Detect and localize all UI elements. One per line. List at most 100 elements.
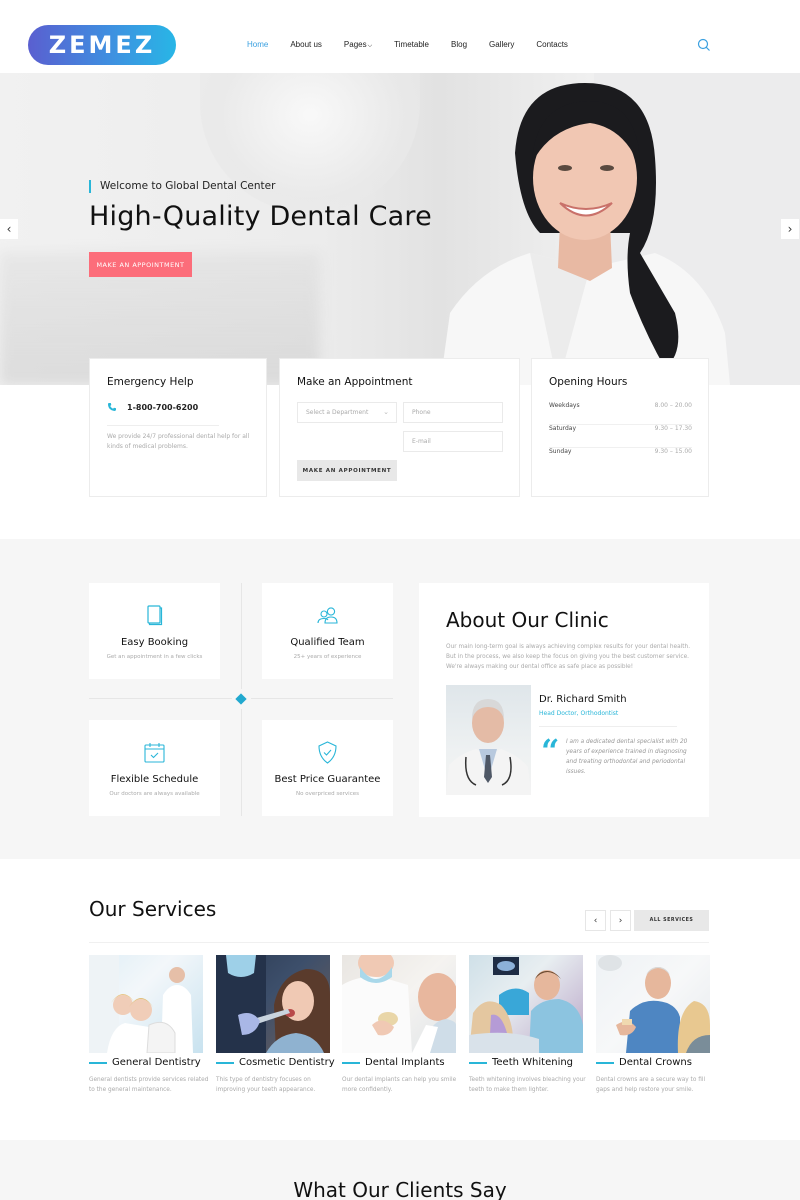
service-photo (596, 955, 710, 1053)
feature-title: Easy Booking (120, 637, 189, 648)
service-illustration (598, 955, 710, 1053)
all-services-button[interactable]: ALL SERVICES (634, 910, 709, 931)
chevron-left-icon: ‹ (593, 915, 598, 926)
hours-time: 9.30 – 15.00 (654, 448, 692, 455)
make-appointment-button[interactable]: MAKE AN APPOINTMENT (297, 460, 397, 481)
dentist-photo (440, 83, 730, 385)
service-photo (216, 955, 330, 1053)
accent-dash (469, 1061, 487, 1064)
doctor-illustration (446, 699, 531, 795)
emergency-text: We provide 24/7 professional dental help… (107, 433, 250, 450)
feature-title: Best Price Guarantee (274, 774, 381, 785)
phone-number: 1-800-700-6200 (127, 402, 199, 412)
department-select[interactable]: Select a Department ⌄ (297, 402, 397, 423)
services-prev-button[interactable]: ‹ (585, 910, 606, 931)
service-photo (342, 955, 456, 1053)
accent-dash (89, 1061, 107, 1064)
nav-gallery[interactable]: Gallery (489, 40, 514, 50)
chevron-right-icon: › (618, 915, 623, 926)
services-next-button[interactable]: › (610, 910, 631, 931)
phone-input[interactable]: Phone (403, 402, 503, 423)
service-text: Teeth whitening involves bleaching your … (469, 1077, 586, 1093)
phone-placeholder: Phone (412, 409, 431, 416)
service-text: Our dental implants can help you smile m… (342, 1077, 457, 1093)
hours-time: 9.30 – 17.30 (654, 425, 692, 432)
hero-title: High-Quality Dental Care (89, 201, 432, 232)
divider (251, 698, 393, 699)
hours-day: Sunday (549, 448, 572, 455)
service-illustration (216, 955, 330, 1053)
service-card[interactable]: Dental Implants Our dental implants can … (342, 955, 456, 1093)
email-input[interactable]: E-mail (403, 431, 503, 452)
nav-timetable[interactable]: Timetable (394, 40, 429, 50)
hours-row: Sunday 9.30 – 15.00 (549, 448, 692, 471)
hero-kicker: Welcome to Global Dental Center (89, 180, 275, 193)
nav-pages-label: Pages (343, 40, 367, 49)
feature-text: Get an appointment in a few clicks (106, 654, 203, 660)
hero-next-arrow[interactable]: › (781, 219, 799, 239)
service-illustration (342, 955, 456, 1053)
nav-blog[interactable]: Blog (451, 40, 467, 50)
chevron-right-icon: › (787, 222, 793, 236)
nav-home[interactable]: Home (247, 40, 268, 50)
logo[interactable]: ZEMEZ (28, 25, 176, 65)
feature-flexible-schedule: Flexible Schedule Our doctors are always… (89, 720, 220, 816)
services-title: Our Services (89, 897, 217, 921)
service-card[interactable]: Dental Crowns Dental crowns are a secure… (596, 955, 710, 1093)
hours-day: Saturday (549, 425, 577, 432)
doctor-name: Dr. Richard Smith (539, 694, 627, 705)
hours-title: Opening Hours (549, 376, 628, 388)
nav-about-us[interactable]: About us (290, 40, 322, 50)
hero-appointment-button[interactable]: MAKE AN APPOINTMENT (89, 252, 192, 277)
service-title-text: Teeth Whitening (492, 1057, 574, 1068)
nav-pages[interactable]: Pages⌵ (344, 40, 372, 50)
service-title-text: General Dentistry (112, 1057, 201, 1068)
doctor-role: Head Doctor, Orthodontist (539, 710, 619, 717)
hours-day: Weekdays (549, 402, 580, 409)
accent-dash (216, 1061, 234, 1064)
chevron-down-icon: ⌵ (367, 43, 373, 49)
service-card[interactable]: General Dentistry General dentists provi… (89, 955, 208, 1093)
nav-contacts[interactable]: Contacts (536, 40, 568, 50)
feature-title: Qualified Team (290, 637, 365, 648)
about-title: About Our Clinic (446, 608, 609, 632)
feature-title: Flexible Schedule (110, 774, 199, 785)
service-title-text: Cosmetic Dentistry (239, 1057, 335, 1068)
about-text: Our main long-term goal is always achiev… (446, 644, 691, 670)
hours-row: Saturday 9.30 – 17.30 (549, 425, 692, 448)
site-header: ZEMEZ Home About us Pages⌵ Timetable Blo… (0, 0, 800, 73)
service-text: Dental crowns are a secure way to fill g… (596, 1077, 706, 1093)
service-text: This type of dentistry focuses on improv… (216, 1077, 316, 1093)
service-title: Dental Crowns (596, 1057, 692, 1068)
main-nav: Home About us Pages⌵ Timetable Blog Gall… (247, 40, 590, 50)
service-card[interactable]: Cosmetic Dentistry This type of dentistr… (216, 955, 335, 1093)
about-clinic-card: About Our Clinic Our main long-term goal… (419, 583, 709, 817)
hours-time: 8.00 – 20.00 (654, 402, 692, 409)
doctor-quote: I am a dedicated dental specialist with … (566, 739, 688, 775)
accent-dash (342, 1061, 360, 1064)
feature-text: Our doctors are always available (109, 791, 200, 797)
service-title: Teeth Whitening (469, 1057, 573, 1068)
calendar-check-icon (144, 743, 165, 763)
hero-banner: ‹ › Welcome to Global Dental Center High… (0, 73, 800, 385)
opening-hours-card: Opening Hours Weekdays 8.00 – 20.00 Satu… (531, 358, 709, 497)
service-card[interactable]: Teeth Whitening Teeth whitening involves… (469, 955, 586, 1093)
team-icon (317, 607, 338, 624)
service-text: General dentists provide services relate… (89, 1077, 209, 1093)
email-placeholder: E-mail (412, 438, 431, 445)
testimonials-section: What Our Clients Say (0, 1140, 800, 1200)
feature-qualified-team: Qualified Team 25+ years of experience (262, 583, 393, 679)
service-photo (89, 955, 203, 1053)
book-icon (147, 605, 163, 626)
doctor-photo (446, 685, 531, 795)
divider (107, 425, 219, 426)
divider (89, 698, 232, 699)
diamond-ornament (235, 693, 247, 705)
search-icon[interactable] (697, 38, 711, 52)
accent-dash (596, 1061, 614, 1064)
hero-prev-arrow[interactable]: ‹ (0, 219, 18, 239)
service-photo (469, 955, 583, 1053)
service-title: General Dentistry (89, 1057, 201, 1068)
divider (241, 583, 242, 689)
emergency-phone[interactable]: 1-800-700-6200 (107, 402, 198, 412)
